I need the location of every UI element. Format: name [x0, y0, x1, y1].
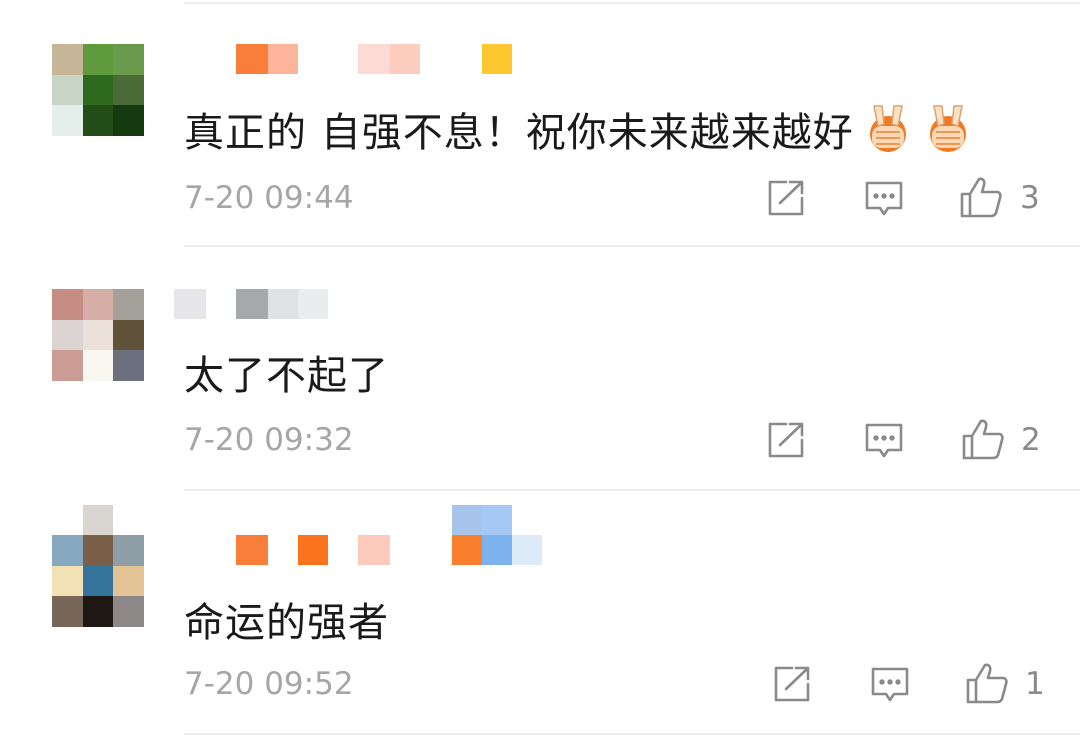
comment-item: 太了不起了 7-20 09:32 2	[0, 245, 1080, 487]
comment-item: 真正的 自强不息！祝你未来越来越好 7-20 09:44 3	[0, 0, 1080, 242]
hands-emoji-icon	[922, 102, 974, 154]
like-button[interactable]	[960, 416, 1006, 462]
like-count: 1	[1025, 666, 1045, 702]
avatar-badge	[83, 505, 113, 535]
like-count: 2	[1021, 422, 1041, 458]
thumbs-up-icon	[962, 419, 1004, 460]
like-button[interactable]	[958, 174, 1004, 220]
comment-text: 命运的强者	[184, 600, 389, 646]
share-icon	[774, 666, 810, 702]
thumbs-up-icon	[960, 177, 1002, 218]
share-button[interactable]	[764, 178, 808, 218]
share-icon	[768, 180, 804, 216]
comment-text: 太了不起了	[184, 353, 389, 399]
reply-button[interactable]	[862, 420, 906, 462]
like-count: 3	[1020, 180, 1040, 216]
share-button[interactable]	[764, 420, 808, 460]
comment-text: 真正的 自强不息！祝你未来越来越好	[184, 100, 974, 158]
timestamp: 7-20 09:44	[184, 180, 354, 216]
hands-emoji-icon	[862, 102, 914, 154]
reply-button[interactable]	[868, 664, 912, 706]
avatar[interactable]	[52, 535, 144, 627]
comment-item: 命运的强者 7-20 09:52 1	[0, 489, 1080, 731]
user-badge-blurred	[452, 505, 544, 565]
timestamp: 7-20 09:32	[184, 422, 354, 458]
comment-icon	[865, 181, 903, 216]
comment-icon	[865, 423, 903, 458]
thumbs-up-icon	[966, 663, 1008, 704]
share-button[interactable]	[770, 664, 814, 704]
avatar[interactable]	[52, 44, 144, 136]
share-icon	[768, 422, 804, 458]
comment-text-content: 真正的 自强不息！祝你未来越来越好	[184, 110, 854, 156]
timestamp: 7-20 09:52	[184, 666, 354, 702]
like-button[interactable]	[964, 660, 1010, 706]
reply-button[interactable]	[862, 178, 906, 220]
comment-icon	[871, 667, 909, 702]
avatar[interactable]	[52, 289, 144, 381]
bottom-divider	[184, 733, 1080, 735]
